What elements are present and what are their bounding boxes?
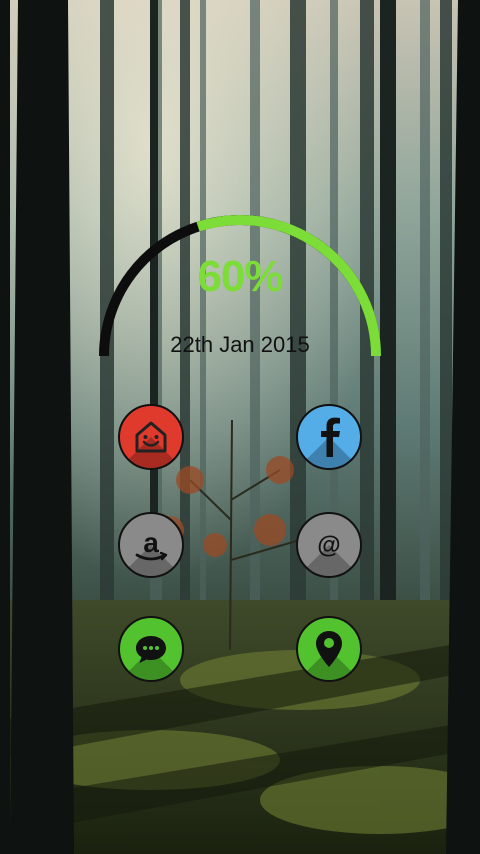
- date-label: 22th Jan 2015: [170, 332, 310, 357]
- email-button[interactable]: @: [296, 512, 362, 578]
- messages-button[interactable]: [118, 616, 184, 682]
- percent-label: 60%: [197, 252, 283, 301]
- home-smile-icon: [120, 406, 182, 468]
- amazon-button[interactable]: a: [118, 512, 184, 578]
- facebook-icon: [298, 406, 360, 468]
- at-sign-icon: @: [298, 514, 360, 576]
- facebook-button[interactable]: [296, 404, 362, 470]
- wallpaper: [0, 0, 480, 854]
- map-pin-icon: [298, 618, 360, 680]
- chat-bubble-icon: [120, 618, 182, 680]
- amazon-icon: a: [120, 514, 182, 576]
- maps-button[interactable]: [296, 616, 362, 682]
- svg-text:@: @: [317, 532, 340, 559]
- battery-arc-widget: 60% 22th Jan 2015: [90, 180, 390, 370]
- home-button[interactable]: [118, 404, 184, 470]
- svg-text:a: a: [143, 527, 159, 558]
